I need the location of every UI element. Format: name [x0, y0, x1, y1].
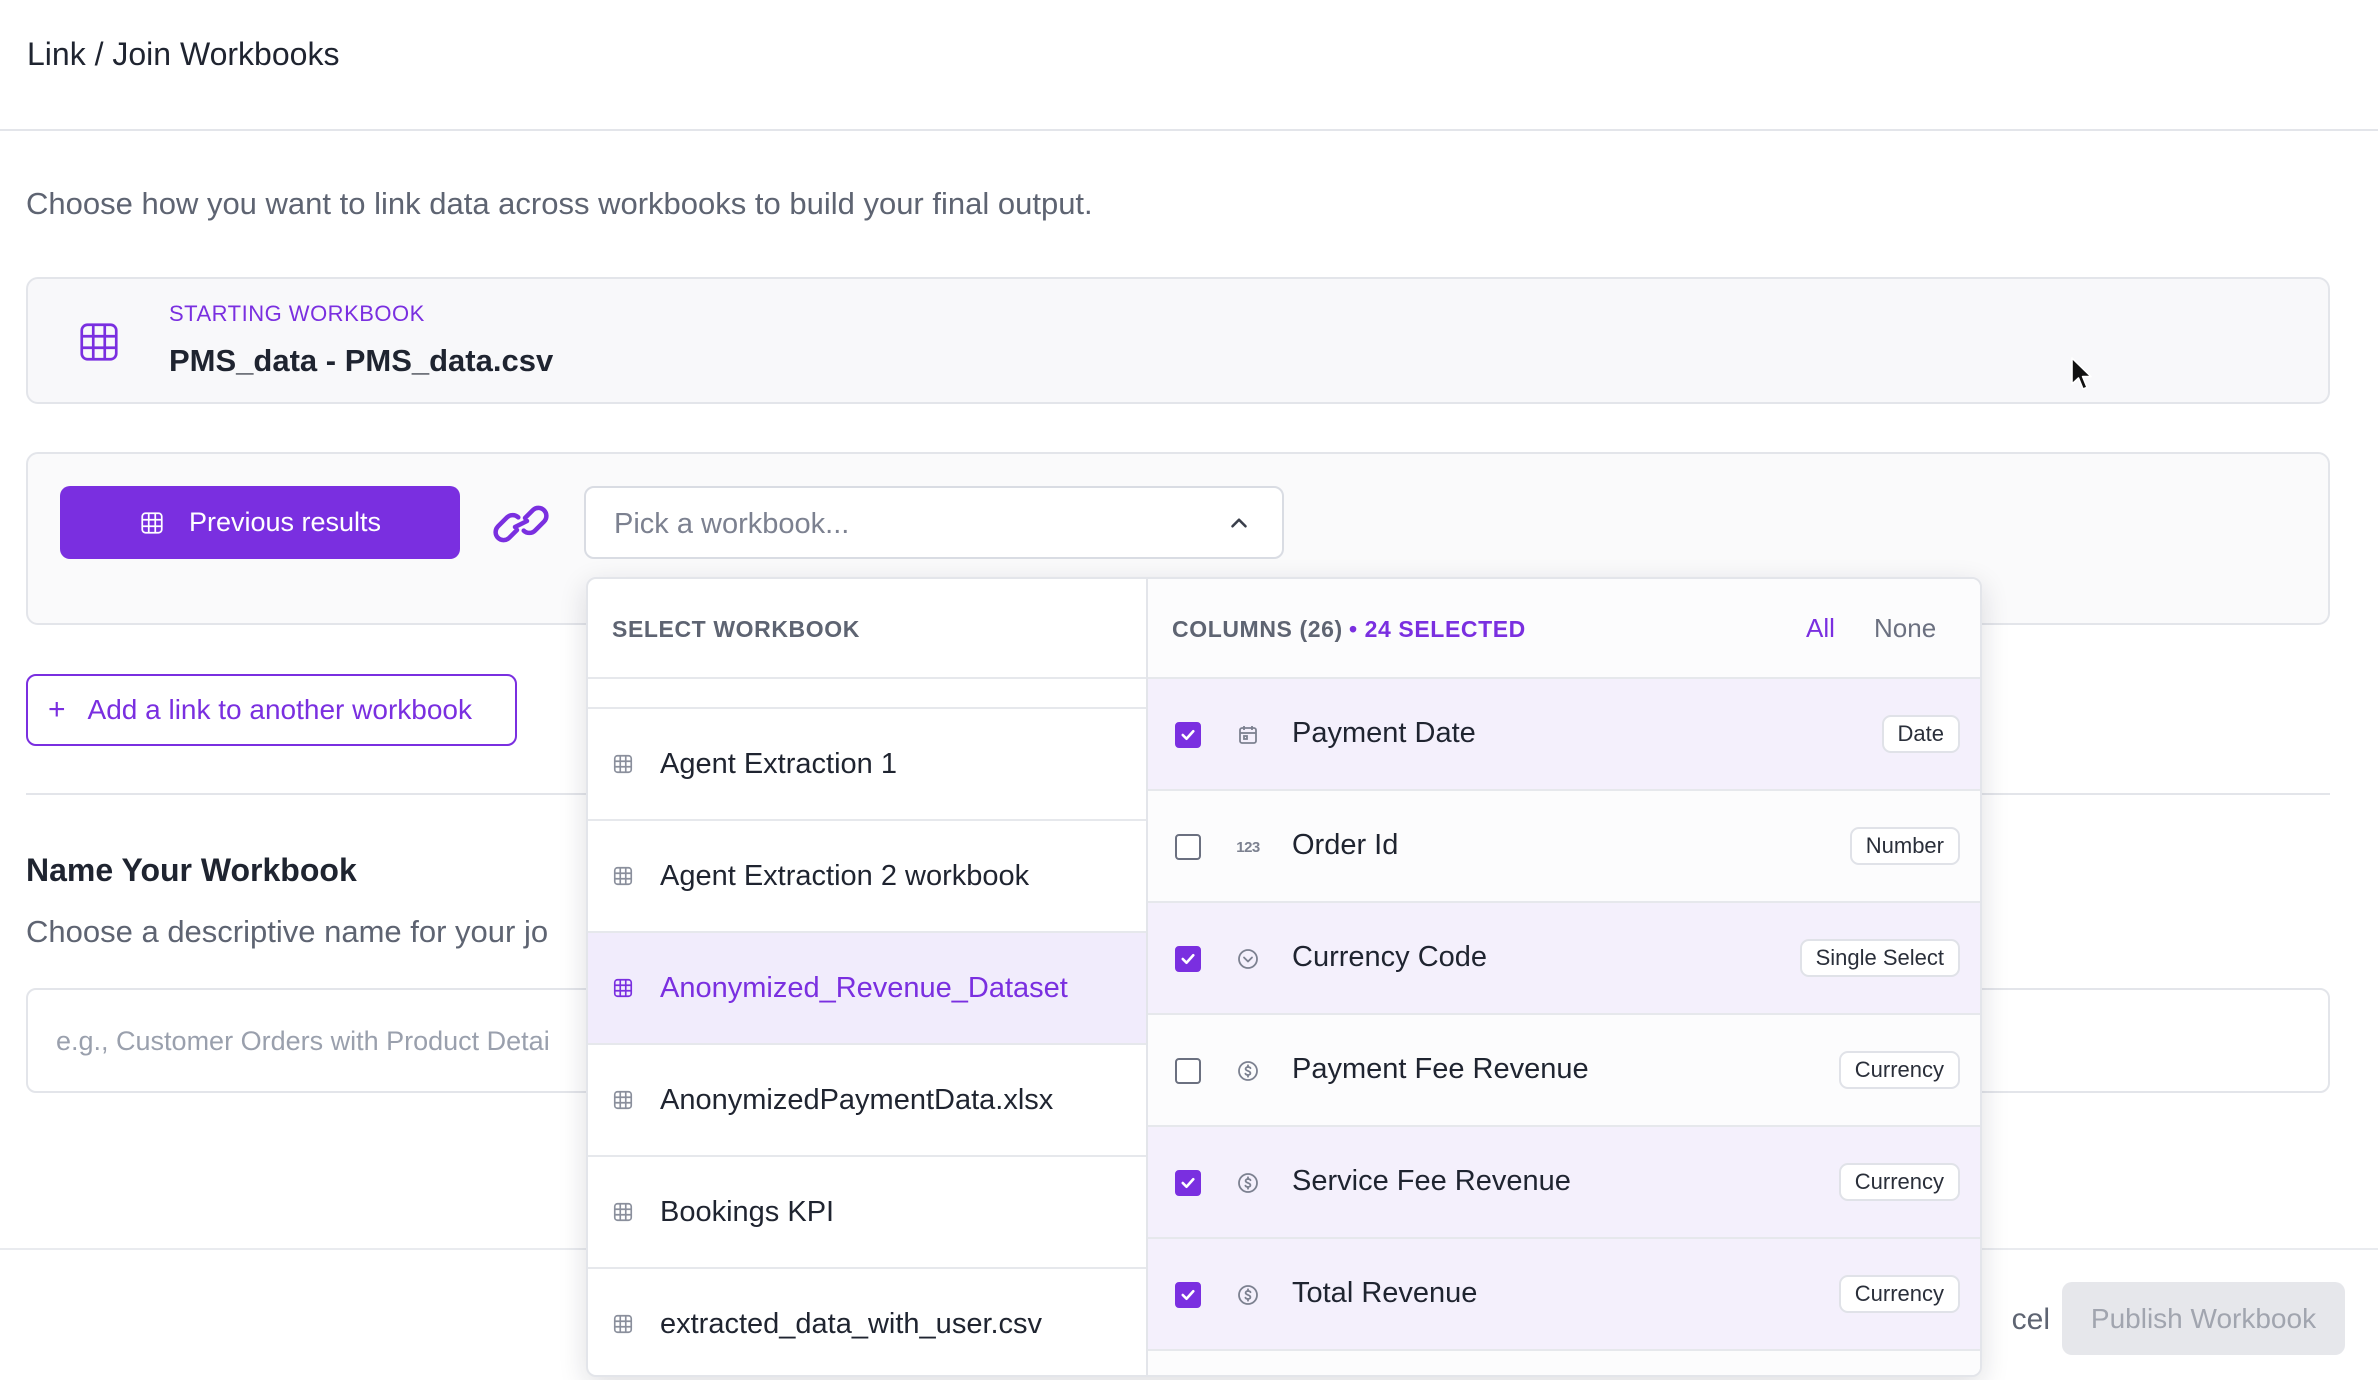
workbook-item-label: Agent Extraction 2 workbook	[660, 859, 1030, 892]
workbook-picker-placeholder: Pick a workbook...	[614, 508, 850, 540]
column-list-panel: COLUMNS (26) • 24 SELECTED All None Paym…	[1148, 579, 1980, 1375]
column-type-badge: Currency	[1838, 1275, 1960, 1313]
intro-text: Choose how you want to link data across …	[26, 186, 1093, 221]
column-type-badge: Currency	[1838, 1051, 1960, 1089]
column-checkbox[interactable]	[1175, 1170, 1201, 1196]
workbook-item[interactable]: Agent Extraction 1	[588, 709, 1146, 821]
workbook-list: Agent Extraction 1 Agent Extraction 2 wo…	[588, 679, 1146, 1375]
workbook-item[interactable]: Bookings KPI	[588, 1157, 1146, 1269]
column-row[interactable]: Payment Fee Revenue Currency	[1148, 1015, 1980, 1127]
workbook-item-label: Bookings KPI	[660, 1195, 835, 1228]
select-icon	[1235, 946, 1261, 972]
add-link-label: Add a link to another workbook	[87, 694, 472, 725]
table-icon	[613, 1090, 633, 1110]
table-icon	[613, 1314, 633, 1334]
workbook-item-label: Agent Extraction 1	[660, 747, 897, 780]
publish-workbook-button[interactable]: Publish Workbook	[2062, 1282, 2345, 1355]
column-name: Total Revenue	[1292, 1277, 1478, 1309]
workbook-item-label: extracted_data_with_user.csv	[660, 1307, 1043, 1340]
column-checkbox[interactable]	[1175, 946, 1201, 972]
column-name: Currency Code	[1292, 941, 1488, 973]
link-chain-icon	[493, 505, 549, 543]
mouse-cursor-icon	[2071, 357, 2092, 390]
add-link-button[interactable]: + Add a link to another workbook	[26, 674, 517, 746]
workbook-item-selected[interactable]: Anonymized_Revenue_Dataset	[588, 933, 1146, 1045]
check-icon	[1181, 1289, 1195, 1301]
workbook-dropdown: SELECT WORKBOOK Agent Extraction 1 Agent…	[586, 577, 1982, 1377]
workbook-list-header: SELECT WORKBOOK	[588, 579, 1146, 679]
column-row[interactable]: Currency Code Single Select	[1148, 903, 1980, 1015]
plus-icon: +	[48, 693, 66, 726]
column-list: Payment Date Date 123 Order Id Number Cu…	[1148, 679, 1980, 1351]
column-type-badge: Currency	[1838, 1163, 1960, 1201]
selected-count: • 24 SELECTED	[1349, 616, 1526, 642]
column-checkbox[interactable]	[1175, 1282, 1201, 1308]
workbook-picker[interactable]: Pick a workbook...	[584, 486, 1284, 559]
previous-results-label: Previous results	[188, 507, 382, 537]
column-name: Payment Date	[1292, 717, 1476, 749]
check-icon	[1181, 1177, 1195, 1189]
table-icon	[613, 754, 633, 774]
column-row[interactable]: 123 Order Id Number	[1148, 791, 1980, 903]
column-list-header: COLUMNS (26) • 24 SELECTED All None	[1148, 579, 1980, 679]
column-row[interactable]: Payment Date Date	[1148, 679, 1980, 791]
name-section-description: Choose a descriptive name for your jo	[26, 914, 549, 949]
currency-icon	[1235, 1282, 1261, 1308]
column-type-badge: Number	[1849, 827, 1960, 865]
calendar-icon	[1235, 722, 1261, 748]
table-icon	[613, 866, 633, 886]
select-all-button[interactable]: All	[1806, 613, 1835, 644]
columns-heading: COLUMNS (26)	[1172, 616, 1343, 642]
table-icon	[613, 1202, 633, 1222]
column-checkbox[interactable]	[1175, 1058, 1201, 1084]
select-workbook-heading: SELECT WORKBOOK	[612, 616, 860, 642]
column-checkbox[interactable]	[1175, 834, 1201, 860]
page-header: Link / Join Workbooks	[0, 0, 2378, 131]
page-title: Link / Join Workbooks	[27, 36, 340, 72]
column-row[interactable]: Service Fee Revenue Currency	[1148, 1127, 1980, 1239]
currency-icon	[1235, 1058, 1261, 1084]
column-type-badge: Single Select	[1799, 939, 1960, 977]
number-icon: 123	[1236, 838, 1260, 856]
starting-workbook-label: STARTING WORKBOOK	[169, 301, 425, 326]
chevron-up-icon	[1231, 518, 1247, 528]
list-scroll-spacer	[588, 679, 1146, 709]
column-checkbox[interactable]	[1175, 722, 1201, 748]
name-section-title: Name Your Workbook	[26, 852, 357, 888]
column-name: Service Fee Revenue	[1292, 1165, 1571, 1197]
workbook-item[interactable]: AnonymizedPaymentData.xlsx	[588, 1045, 1146, 1157]
table-icon	[141, 511, 163, 534]
workbook-item[interactable]: Agent Extraction 2 workbook	[588, 821, 1146, 933]
select-none-button[interactable]: None	[1874, 613, 1936, 644]
workbook-list-panel: SELECT WORKBOOK Agent Extraction 1 Agent…	[588, 579, 1148, 1375]
table-icon	[80, 323, 118, 361]
currency-icon	[1235, 1170, 1261, 1196]
workbook-name-placeholder: e.g., Customer Orders with Product Detai	[56, 1026, 550, 1056]
workbook-item-label: AnonymizedPaymentData.xlsx	[660, 1083, 1054, 1116]
workbook-item-label: Anonymized_Revenue_Dataset	[660, 971, 1068, 1004]
table-icon	[613, 978, 633, 998]
column-type-badge: Date	[1881, 715, 1960, 753]
check-icon	[1181, 953, 1195, 965]
previous-results-button[interactable]: Previous results	[60, 486, 460, 559]
starting-workbook-name: PMS_data - PMS_data.csv	[169, 343, 554, 378]
workbook-item[interactable]: extracted_data_with_user.csv	[588, 1269, 1146, 1375]
column-name: Payment Fee Revenue	[1292, 1053, 1589, 1085]
starting-workbook-card: STARTING WORKBOOK PMS_data - PMS_data.cs…	[26, 277, 2330, 404]
column-name: Order Id	[1292, 829, 1399, 861]
check-icon	[1181, 729, 1195, 741]
column-row[interactable]: Total Revenue Currency	[1148, 1239, 1980, 1351]
